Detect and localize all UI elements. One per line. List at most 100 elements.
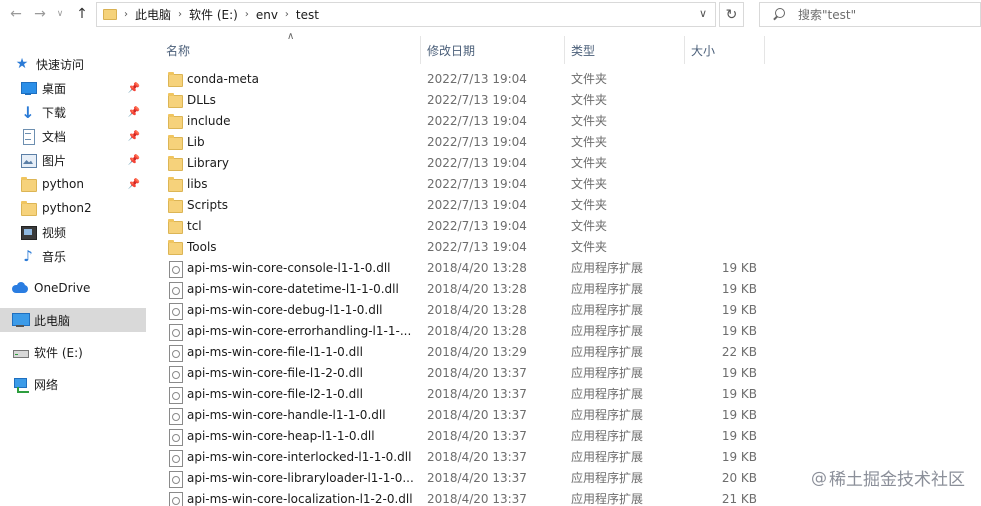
breadcrumb-this-pc[interactable]: 此电脑: [135, 6, 171, 23]
column-header-name[interactable]: 名称: [160, 36, 420, 64]
breadcrumb-drive[interactable]: 软件 (E:): [189, 6, 238, 23]
forward-button[interactable]: →: [30, 4, 50, 24]
file-date: 2018/4/20 13:28: [427, 282, 527, 296]
sidebar-item-label: 图片: [42, 153, 67, 168]
address-bar[interactable]: › 此电脑 › 软件 (E:) › env › test ∨: [96, 2, 716, 27]
table-row[interactable]: Tools 2022/7/13 19:04 文件夹: [160, 237, 981, 258]
file-size: 19 KB: [721, 282, 757, 296]
file-date: 2018/4/20 13:37: [427, 429, 527, 443]
up-button[interactable]: ↑: [72, 4, 92, 24]
file-date: 2022/7/13 19:04: [427, 198, 527, 212]
sidebar-item-downloads[interactable]: ↓ 下载 📌: [0, 100, 146, 124]
table-row[interactable]: tcl 2022/7/13 19:04 文件夹: [160, 216, 981, 237]
column-header-date[interactable]: 修改日期: [421, 36, 564, 64]
network-icon: [12, 376, 29, 393]
file-date: 2018/4/20 13:28: [427, 324, 527, 338]
search-placeholder: 搜索"test": [798, 8, 857, 22]
file-date: 2018/4/20 13:28: [427, 261, 527, 275]
video-icon: [20, 224, 37, 240]
sidebar-item-onedrive[interactable]: OneDrive: [0, 276, 146, 300]
download-icon: ↓: [21, 102, 35, 122]
file-size: [687, 237, 757, 258]
sidebar-item-music[interactable]: ♪ 音乐: [0, 244, 146, 268]
table-row[interactable]: DLLs 2022/7/13 19:04 文件夹: [160, 90, 981, 111]
table-row[interactable]: Scripts 2022/7/13 19:04 文件夹: [160, 195, 981, 216]
address-dropdown-icon[interactable]: ∨: [699, 7, 707, 20]
file-name: tcl: [187, 219, 202, 233]
pin-icon[interactable]: 📌: [128, 83, 140, 94]
table-row[interactable]: api-ms-win-core-errorhandling-l1-1-... 20…: [160, 321, 981, 342]
file-type: 应用程序扩展: [571, 324, 644, 338]
table-row[interactable]: api-ms-win-core-localization-l1-2-0.dll 2…: [160, 489, 981, 506]
file-name: api-ms-win-core-heap-l1-1-0.dll: [187, 429, 375, 443]
dll-file-icon: [168, 492, 183, 506]
column-header-label: 名称: [166, 43, 191, 58]
file-size: [687, 111, 757, 132]
cloud-icon: [12, 280, 28, 296]
table-row[interactable]: include 2022/7/13 19:04 文件夹: [160, 111, 981, 132]
file-name: api-ms-win-core-libraryloader-l1-1-0....: [187, 471, 415, 485]
table-row[interactable]: libs 2022/7/13 19:04 文件夹: [160, 174, 981, 195]
chevron-right-icon[interactable]: ›: [245, 9, 249, 20]
table-row[interactable]: api-ms-win-core-heap-l1-1-0.dll 2018/4/20…: [160, 426, 981, 447]
file-size: [687, 195, 757, 216]
chevron-right-icon[interactable]: ›: [285, 9, 289, 20]
sidebar-item-network[interactable]: 网络: [0, 372, 146, 396]
pin-icon[interactable]: 📌: [128, 179, 140, 190]
pin-icon[interactable]: 📌: [128, 107, 140, 118]
sidebar-item-quick-access[interactable]: ★ 快速访问: [0, 52, 146, 76]
pin-icon[interactable]: 📌: [128, 131, 140, 142]
table-row[interactable]: api-ms-win-core-file-l1-1-0.dll 2018/4/20…: [160, 342, 981, 363]
sidebar-item-videos[interactable]: 视频: [0, 220, 146, 244]
table-row[interactable]: api-ms-win-core-console-l1-1-0.dll 2018/4…: [160, 258, 981, 279]
search-box[interactable]: 搜索"test": [759, 2, 981, 27]
file-name: api-ms-win-core-file-l1-1-0.dll: [187, 345, 363, 359]
file-type: 文件夹: [571, 114, 608, 128]
dll-file-icon: [168, 408, 183, 425]
sidebar-item-documents[interactable]: 文档 📌: [0, 124, 146, 148]
sidebar-item-python[interactable]: python 📌: [0, 172, 146, 196]
recent-locations-button[interactable]: ∨: [50, 4, 70, 24]
file-size: 19 KB: [721, 429, 757, 443]
table-row[interactable]: api-ms-win-core-file-l2-1-0.dll 2018/4/20…: [160, 384, 981, 405]
table-row[interactable]: Library 2022/7/13 19:04 文件夹: [160, 153, 981, 174]
file-type: 文件夹: [571, 198, 608, 212]
file-size: 22 KB: [721, 345, 757, 359]
file-type: 文件夹: [571, 135, 608, 149]
sidebar-item-desktop[interactable]: 桌面 📌: [0, 76, 146, 100]
sidebar-item-pictures[interactable]: 图片 📌: [0, 148, 146, 172]
dll-file-icon: [168, 303, 183, 320]
dll-file-icon: [168, 261, 183, 278]
file-size: [687, 69, 757, 90]
file-type: 文件夹: [571, 156, 608, 170]
chevron-right-icon[interactable]: ›: [178, 9, 182, 20]
sidebar-item-label: 网络: [34, 377, 59, 392]
folder-icon: [168, 156, 183, 171]
pin-icon[interactable]: 📌: [128, 155, 140, 166]
file-name: libs: [187, 177, 208, 191]
table-row[interactable]: api-ms-win-core-file-l1-2-0.dll 2018/4/20…: [160, 363, 981, 384]
file-size: [687, 132, 757, 153]
sidebar-item-this-pc[interactable]: 此电脑: [0, 308, 146, 332]
navigation-pane: ★ 快速访问 桌面 📌 ↓ 下载 📌 文档 📌 图片 📌 python 📌 py…: [0, 40, 146, 506]
file-date: 2022/7/13 19:04: [427, 219, 527, 233]
file-date: 2018/4/20 13:28: [427, 303, 527, 317]
sidebar-item-python2[interactable]: python2: [0, 196, 146, 220]
file-date: 2022/7/13 19:04: [427, 72, 527, 86]
table-row[interactable]: api-ms-win-core-debug-l1-1-0.dll 2018/4/2…: [160, 300, 981, 321]
table-row[interactable]: api-ms-win-core-datetime-l1-1-0.dll 2018/…: [160, 279, 981, 300]
breadcrumb-env[interactable]: env: [256, 8, 278, 22]
file-date: 2018/4/20 13:37: [427, 366, 527, 380]
column-header-type[interactable]: 类型: [565, 36, 684, 64]
table-row[interactable]: conda-meta 2022/7/13 19:04 文件夹: [160, 69, 981, 90]
column-divider[interactable]: [764, 36, 765, 64]
folder-icon: [168, 114, 183, 129]
sidebar-item-drive-e[interactable]: 软件 (E:): [0, 340, 146, 364]
table-row[interactable]: api-ms-win-core-handle-l1-1-0.dll 2018/4/…: [160, 405, 981, 426]
table-row[interactable]: Lib 2022/7/13 19:04 文件夹: [160, 132, 981, 153]
file-size: [687, 153, 757, 174]
back-button[interactable]: ←: [6, 4, 26, 24]
refresh-button[interactable]: ↻: [719, 2, 744, 27]
breadcrumb-test[interactable]: test: [296, 8, 319, 22]
column-header-size[interactable]: 大小: [685, 36, 764, 64]
